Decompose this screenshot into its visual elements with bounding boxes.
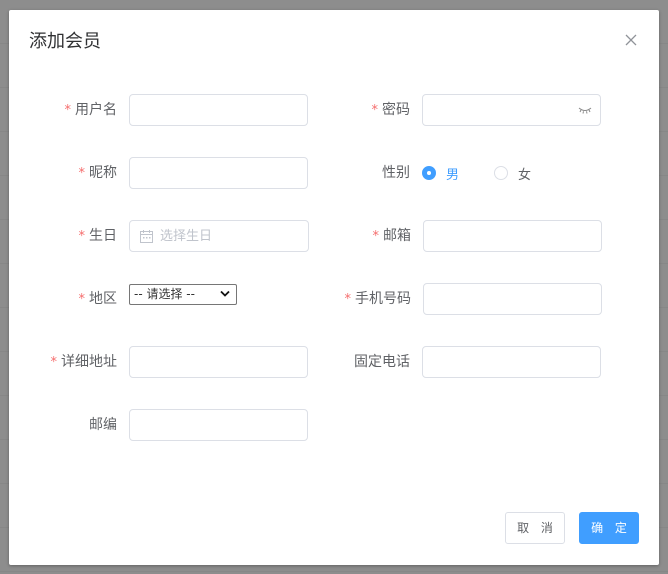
cancel-button[interactable]: 取 消	[505, 512, 565, 544]
gender-radio-group: 男 女	[422, 157, 602, 189]
birthday-label: * 生日	[78, 228, 118, 244]
address-input[interactable]	[129, 346, 308, 378]
calendar-icon	[140, 230, 153, 243]
landline-label: 固定电话	[354, 354, 410, 370]
gender-label: 性别	[382, 165, 410, 181]
address-label: * 详细地址	[50, 354, 118, 370]
close-button[interactable]	[623, 32, 639, 48]
nickname-input[interactable]	[129, 157, 308, 189]
radio-checked-icon	[422, 166, 436, 180]
phone-input[interactable]	[423, 283, 602, 315]
gender-radio-female[interactable]: 女	[494, 165, 531, 183]
password-label: * 密码	[371, 102, 411, 118]
password-input[interactable]	[422, 94, 601, 126]
close-icon	[625, 34, 637, 46]
landline-input[interactable]	[422, 346, 601, 378]
region-label: * 地区	[78, 291, 118, 307]
eye-closed-icon[interactable]	[578, 104, 592, 116]
email-label: * 邮箱	[372, 228, 412, 244]
nickname-label: * 昵称	[78, 165, 118, 181]
gender-radio-male[interactable]: 男	[422, 165, 459, 183]
username-input[interactable]	[129, 94, 308, 126]
birthday-date-picker[interactable]	[129, 220, 309, 252]
username-label: * 用户名	[64, 102, 118, 118]
phone-label: * 手机号码	[344, 291, 412, 307]
email-input[interactable]	[423, 220, 602, 252]
zipcode-input[interactable]	[129, 409, 308, 441]
dialog-title: 添加会员	[29, 31, 101, 52]
add-member-dialog: 添加会员 * 用户名 * 密码 * 昵称 性别 男 女 * 生日 选择生日 * …	[9, 10, 659, 565]
radio-unchecked-icon	[494, 166, 508, 180]
chevron-down-icon	[220, 290, 230, 297]
zipcode-label: 邮编	[89, 417, 117, 433]
region-select[interactable]: -- 请选择 --	[129, 284, 237, 305]
confirm-button[interactable]: 确 定	[579, 512, 639, 544]
